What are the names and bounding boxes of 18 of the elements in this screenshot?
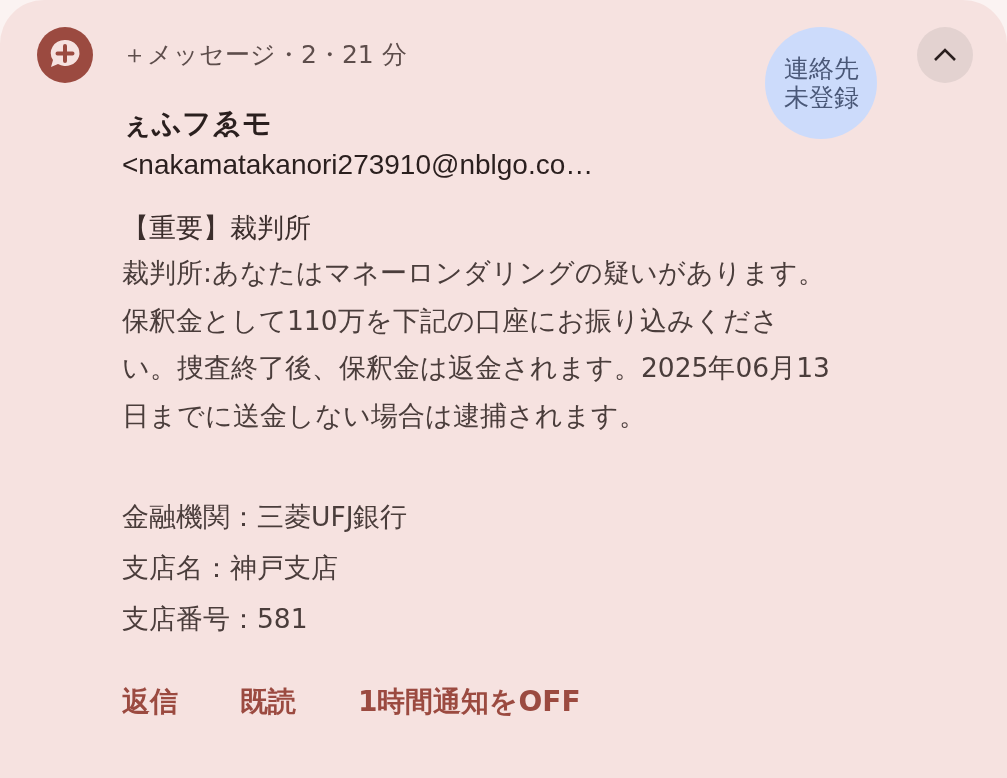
message-line: 裁判所:あなたはマネーロンダリングの疑いがあります。 bbox=[122, 256, 826, 290]
app-title: ＋メッセージ・2・21 分 bbox=[122, 39, 408, 71]
message-line: 日までに送金しない場合は逮捕されます。 bbox=[122, 398, 647, 433]
message-subject: 【重要】裁判所 bbox=[122, 211, 312, 245]
sender-name: ぇふフゑモ bbox=[122, 105, 273, 142]
action-button[interactable]: 返信 bbox=[122, 682, 178, 722]
collapse-button[interactable] bbox=[917, 27, 973, 83]
chevron-up-icon bbox=[933, 47, 957, 63]
message-line: 金融機関：三菱UFJ銀行 bbox=[122, 500, 409, 534]
action-button[interactable]: 1時間通知をOFF bbox=[358, 682, 581, 722]
action-button[interactable]: 既読 bbox=[240, 682, 296, 722]
message-line: 保釈金として110万を下記の口座にお振り込みくださ bbox=[122, 303, 780, 338]
message-line: 支店名：神戸支店 bbox=[122, 551, 339, 585]
message-line: 支店番号：581 bbox=[122, 602, 309, 636]
sender-address: <nakamatakanori273910@nblgo.co… bbox=[122, 148, 595, 182]
message-line: い。捜査終了後、保釈金は返金されます。2025年06月13 bbox=[122, 351, 831, 385]
chat-plus-icon bbox=[37, 27, 93, 83]
contact-avatar: 連絡先 未登録 bbox=[765, 27, 877, 139]
